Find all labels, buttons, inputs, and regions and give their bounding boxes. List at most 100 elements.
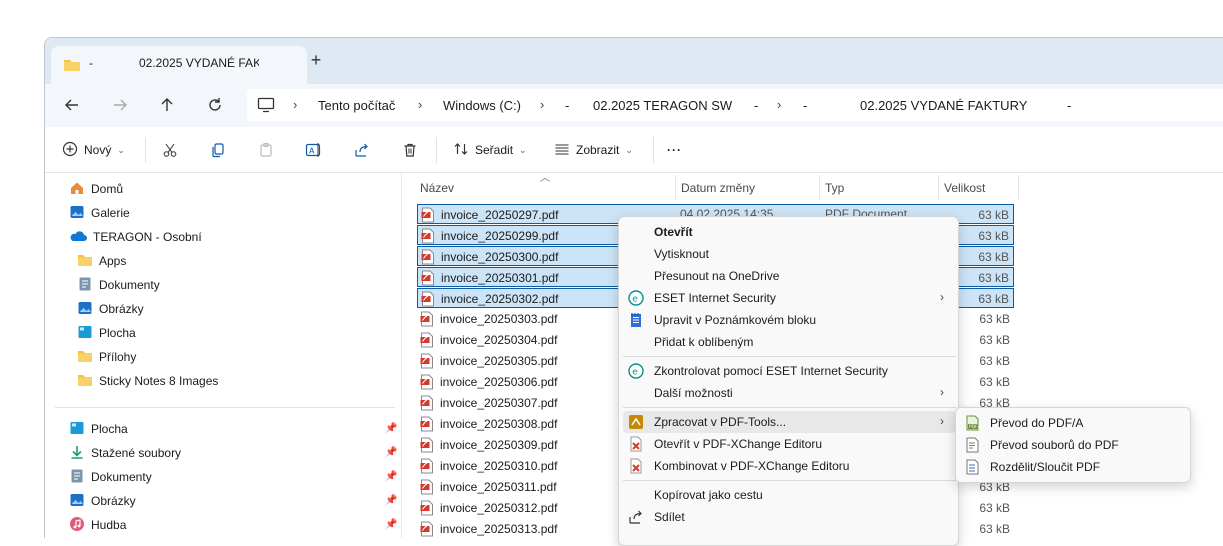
- breadcrumb-this-pc[interactable]: Tento počítač: [318, 98, 395, 113]
- sort-button[interactable]: Seřadit ⌄: [453, 140, 527, 160]
- chevron-down-icon: ⌄: [519, 144, 527, 155]
- back-arrow-icon[interactable]: [63, 96, 81, 114]
- svg-text:A: A: [309, 147, 315, 156]
- delete-icon[interactable]: [402, 140, 418, 160]
- context-menu-item[interactable]: Vytisknout: [623, 243, 956, 265]
- column-header-date[interactable]: Datum změny: [681, 181, 755, 195]
- sidebar-item-attachments[interactable]: Přílohy: [77, 347, 136, 367]
- context-menu-item-label: Další možnosti: [654, 386, 733, 400]
- sidebar-item-label: Plocha: [91, 422, 128, 436]
- sidebar-item-label: Obrázky: [99, 302, 144, 316]
- context-menu-item-label: Sdílet: [654, 510, 685, 524]
- new-tab-button[interactable]: +: [307, 51, 325, 69]
- cut-icon[interactable]: [162, 140, 178, 160]
- music-icon: [69, 516, 85, 535]
- file-size: 63 kB: [978, 271, 1009, 285]
- column-header-type[interactable]: Typ: [825, 181, 844, 195]
- context-menu-item[interactable]: Otevřít v PDF-XChange Editoru: [623, 433, 956, 455]
- breadcrumb-folder-hidden[interactable]: -: [1067, 98, 1071, 113]
- pin-icon[interactable]: 📌: [385, 471, 397, 482]
- sidebar-item-documents[interactable]: Dokumenty: [77, 275, 160, 295]
- breadcrumb-separator: ›: [540, 97, 545, 112]
- notepad-icon: [628, 312, 644, 331]
- pin-icon[interactable]: 📌: [385, 423, 397, 434]
- file-name: invoice_20250308.pdf: [440, 417, 558, 431]
- sidebar-quick-downloads[interactable]: Stažené soubory: [69, 443, 181, 463]
- submenu-item[interactable]: Rozdělit/Sloučit PDF: [960, 456, 1188, 478]
- sidebar-item-pictures[interactable]: Obrázky: [77, 299, 144, 319]
- refresh-icon[interactable]: [206, 96, 224, 114]
- forward-arrow-icon[interactable]: [111, 96, 129, 114]
- context-menu-item[interactable]: Upravit v Poznámkovém bloku: [623, 309, 956, 331]
- pdf-file-icon: [420, 332, 434, 351]
- breadcrumb[interactable]: › Tento počítač › Windows (C:) › - 02.20…: [247, 89, 1223, 121]
- menu-separator: [623, 407, 956, 408]
- breadcrumb-drive-c[interactable]: Windows (C:): [443, 98, 521, 113]
- column-divider[interactable]: [819, 175, 820, 199]
- home-icon: [69, 180, 85, 199]
- context-menu-item[interactable]: Zpracovat v PDF-Tools... ›: [623, 411, 956, 433]
- sidebar-item-home[interactable]: Domů: [69, 179, 123, 199]
- sidebar-quick-documents[interactable]: Dokumenty: [69, 467, 152, 487]
- onedrive-icon: [69, 229, 87, 246]
- sidebar-item-onedrive[interactable]: TERAGON - Osobní: [69, 227, 202, 247]
- breadcrumb-folder-hidden[interactable]: -: [803, 98, 807, 113]
- column-divider[interactable]: [1018, 175, 1019, 199]
- submenu-item[interactable]: PDF/A Převod do PDF/A: [960, 412, 1188, 434]
- pin-icon[interactable]: 📌: [385, 519, 397, 530]
- chevron-down-icon: ⌄: [625, 144, 633, 155]
- file-size: 63 kB: [978, 250, 1009, 264]
- column-header-name[interactable]: Název: [420, 181, 454, 195]
- sidebar-item-apps[interactable]: Apps: [77, 251, 126, 271]
- file-size: 63 kB: [979, 501, 1010, 515]
- context-menu-item-label: Zkontrolovat pomocí ESET Internet Securi…: [654, 364, 888, 378]
- tab-active[interactable]: - 02.2025 VYDANÉ FAKTURY: [51, 46, 307, 84]
- pin-icon[interactable]: 📌: [385, 495, 397, 506]
- view-button[interactable]: Zobrazit ⌄: [554, 140, 633, 160]
- context-menu-item[interactable]: Otevřít: [623, 221, 956, 243]
- context-menu-item-label: Upravit v Poznámkovém bloku: [654, 313, 817, 327]
- file-name: invoice_20250310.pdf: [440, 459, 558, 473]
- context-menu-item[interactable]: e Zkontrolovat pomocí ESET Internet Secur…: [623, 360, 956, 382]
- sidebar-item-sticky-notes[interactable]: Sticky Notes 8 Images: [77, 371, 218, 391]
- breadcrumb-teragon-sw[interactable]: 02.2025 TERAGON SW: [593, 98, 732, 113]
- submenu-item[interactable]: Převod souborů do PDF: [960, 434, 1188, 456]
- context-menu-item[interactable]: e ESET Internet Security ›: [623, 287, 956, 309]
- context-menu-item[interactable]: Přesunout na OneDrive: [623, 265, 956, 287]
- column-divider[interactable]: [938, 175, 939, 199]
- rename-icon[interactable]: A: [305, 140, 323, 160]
- sidebar-item-desktop[interactable]: Plocha: [77, 323, 136, 343]
- column-divider[interactable]: [675, 175, 676, 199]
- context-menu-item[interactable]: Sdílet: [623, 506, 956, 528]
- copy-icon[interactable]: [210, 140, 226, 160]
- more-options-button[interactable]: ···: [667, 140, 682, 160]
- breadcrumb-folder-hidden[interactable]: -: [754, 98, 758, 113]
- sidebar-quick-desktop[interactable]: Plocha: [69, 419, 128, 439]
- new-button[interactable]: Nový ⌄: [62, 140, 125, 160]
- file-name: invoice_20250299.pdf: [441, 229, 559, 243]
- column-header-size[interactable]: Velikost: [944, 181, 985, 195]
- sidebar-quick-pictures[interactable]: Obrázky: [69, 491, 136, 511]
- context-menu-item[interactable]: Přidat k oblíbeným: [623, 331, 956, 353]
- submenu-item-label: Převod do PDF/A: [990, 416, 1084, 430]
- file-name: invoice_20250307.pdf: [440, 396, 558, 410]
- up-arrow-icon[interactable]: [158, 96, 176, 114]
- context-menu-item[interactable]: Kombinovat v PDF-XChange Editoru: [623, 455, 956, 477]
- breadcrumb-folder-hidden[interactable]: -: [565, 98, 569, 113]
- file-size: 63 kB: [978, 208, 1009, 222]
- file-size: 63 kB: [979, 375, 1010, 389]
- share-icon[interactable]: [354, 140, 370, 160]
- paste-icon[interactable]: [258, 140, 274, 160]
- sidebar-quick-music[interactable]: Hudba: [69, 515, 126, 535]
- context-menu-item[interactable]: Další možnosti ›: [623, 382, 956, 404]
- context-menu-item-label: Kopírovat jako cestu: [654, 488, 763, 502]
- context-menu-item[interactable]: Kopírovat jako cestu: [623, 484, 956, 506]
- pin-icon[interactable]: 📌: [385, 447, 397, 458]
- desktop-icon: [77, 324, 93, 343]
- file-size: 63 kB: [978, 229, 1009, 243]
- breadcrumb-vydane-faktury[interactable]: 02.2025 VYDANÉ FAKTURY: [860, 98, 1027, 113]
- sidebar-item-gallery[interactable]: Galerie: [69, 203, 130, 223]
- pdf-tools-icon: [628, 414, 644, 433]
- pdf-file-icon: [421, 228, 435, 247]
- pdf-file-icon: [421, 291, 435, 310]
